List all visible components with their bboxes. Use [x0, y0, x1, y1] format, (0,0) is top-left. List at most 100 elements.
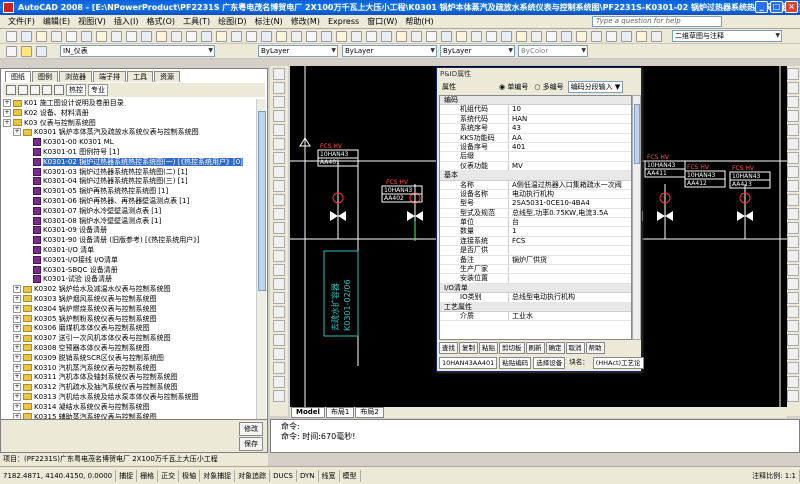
side-tool-icon[interactable]: [786, 292, 799, 304]
properties-icon[interactable]: [30, 85, 40, 95]
tree-item[interactable]: K0301-I/O 清单: [3, 245, 257, 256]
tree-item[interactable]: + K0309 脱销系统SCR区仪表与控制系统图: [3, 353, 257, 364]
toolbar-tool-icon[interactable]: [156, 31, 167, 42]
toolbar-tool-icon[interactable]: [6, 46, 17, 57]
status-toggle[interactable]: 栅格: [137, 469, 159, 482]
property-value[interactable]: [508, 274, 631, 283]
menu-item-2[interactable]: 视图(V): [74, 15, 110, 29]
side-tool-icon[interactable]: [273, 292, 285, 304]
panel-tab-2[interactable]: 浏览器: [59, 71, 92, 82]
property-row[interactable]: 型号 2SA5031-0CE10-4BA4: [440, 199, 631, 209]
property-row[interactable]: 生产厂家: [440, 265, 631, 275]
toolbar-tool-icon[interactable]: [456, 31, 467, 42]
side-tool-icon[interactable]: [786, 250, 799, 262]
property-value[interactable]: 401: [508, 142, 631, 152]
menu-item-11[interactable]: 帮助(H): [401, 15, 437, 29]
expand-toggle-icon[interactable]: +: [13, 353, 21, 362]
grid-section[interactable]: 基本: [440, 171, 631, 181]
toolbar-tool-icon[interactable]: [306, 31, 317, 42]
color-dropdown[interactable]: ByLayer: [258, 45, 338, 57]
side-tool-icon[interactable]: [273, 236, 285, 248]
status-toggle[interactable]: 捕捉: [116, 469, 138, 482]
property-value[interactable]: 锅炉厂供货: [508, 255, 631, 265]
help-search-input[interactable]: Type a question for help: [592, 16, 722, 27]
tree-item[interactable]: + K02 设备、材料清册: [3, 108, 257, 119]
side-tool-icon[interactable]: [786, 236, 799, 248]
tab-model[interactable]: Model: [291, 407, 325, 418]
tree-item[interactable]: K0301-SBQC 设备清册: [3, 265, 257, 276]
side-tool-icon[interactable]: [786, 264, 799, 276]
menu-item-4[interactable]: 格式(O): [142, 15, 179, 29]
select-device-button[interactable]: 选择设备: [533, 357, 566, 369]
menu-item-0[interactable]: 文件(F): [4, 15, 39, 29]
delete-icon[interactable]: [42, 85, 52, 95]
property-row[interactable]: 机组代码 10: [440, 105, 631, 115]
toolbar-tool-icon[interactable]: [141, 31, 152, 42]
toolbar-tool-icon[interactable]: [111, 31, 122, 42]
side-tool-icon[interactable]: [786, 376, 799, 388]
property-row[interactable]: 是否厂供: [440, 246, 631, 256]
discipline-label[interactable]: 热控: [66, 84, 86, 96]
menu-item-6[interactable]: 绘图(D): [214, 15, 250, 29]
panel-tab-0[interactable]: 图纸: [5, 71, 31, 82]
toolbar-tool-icon[interactable]: [186, 31, 197, 42]
toolbar-tool-icon[interactable]: [531, 31, 542, 42]
property-value[interactable]: 台: [508, 218, 631, 227]
toolbar-tool-icon[interactable]: [411, 31, 422, 42]
tree-item[interactable]: + K0307 送引一次风机本体仪表与控制系统图: [3, 334, 257, 344]
toolbar-tool-icon[interactable]: [36, 46, 47, 57]
toolbar-tool-icon[interactable]: [651, 31, 662, 42]
tree-item[interactable]: + K0308 空预器本体仪表与控制系统图: [3, 343, 257, 354]
toolbar-tool-icon[interactable]: [246, 31, 257, 42]
side-tool-icon[interactable]: [786, 138, 799, 150]
toolbar-tool-icon[interactable]: [201, 31, 212, 42]
side-tool-icon[interactable]: [786, 222, 799, 234]
status-toggle[interactable]: DUCS: [270, 469, 297, 482]
side-tool-icon[interactable]: [786, 348, 799, 360]
panel-tab-4[interactable]: 工具: [127, 71, 153, 82]
tree-item[interactable]: + K0313 汽机给水系统及给水泵本体仪表与控制系统图: [3, 392, 257, 403]
tree-item[interactable]: K0301-06 锅炉再热器、再热器壁温测点表 [1]: [3, 196, 257, 207]
toolbar-tool-icon[interactable]: [216, 31, 227, 42]
toolbar-tool-icon[interactable]: [96, 31, 107, 42]
modify-button[interactable]: 修改: [239, 422, 263, 436]
side-tool-icon[interactable]: [786, 96, 799, 108]
side-tool-icon[interactable]: [273, 194, 285, 206]
status-toggle[interactable]: 对象追踪: [235, 469, 271, 482]
dialog-button-6[interactable]: 取消: [565, 342, 585, 354]
menu-item-10[interactable]: 窗口(W): [363, 15, 401, 29]
property-value[interactable]: A侧低温过热器入口集箱疏水一次阀: [508, 180, 631, 189]
dialog-button-2[interactable]: 粘贴: [479, 342, 498, 354]
toolbar-tool-icon[interactable]: [231, 31, 242, 42]
tree-item[interactable]: + K0314 凝结水系统仪表与控制系统图: [3, 402, 257, 413]
status-toggle[interactable]: DYN: [297, 469, 319, 482]
property-row[interactable]: 设备名称 电动执行机构: [440, 189, 631, 200]
side-tool-icon[interactable]: [273, 376, 285, 388]
property-value[interactable]: 电动执行机构: [508, 189, 631, 199]
expand-toggle-icon[interactable]: +: [13, 324, 21, 333]
tree-item[interactable]: K0301-04 锅炉过热器系统热控系统图(三) [1]: [3, 177, 257, 187]
menu-item-8[interactable]: 修改(M): [287, 15, 324, 29]
side-tool-icon[interactable]: [273, 208, 285, 220]
expand-toggle-icon[interactable]: +: [13, 402, 21, 411]
side-tool-icon[interactable]: [786, 334, 799, 346]
toolbar-tool-icon[interactable]: [591, 31, 602, 42]
expand-toggle-icon[interactable]: +: [13, 314, 21, 323]
toolbar-tool-icon[interactable]: [66, 31, 77, 42]
maximize-button[interactable]: □: [770, 1, 783, 13]
toolbar-tool-icon[interactable]: [546, 31, 557, 42]
toolbar-tool-icon[interactable]: [336, 31, 347, 42]
menu-item-9[interactable]: Express: [324, 15, 363, 29]
side-tool-icon[interactable]: [273, 138, 285, 150]
side-tool-icon[interactable]: [273, 278, 285, 290]
grid-scrollbar[interactable]: [632, 95, 641, 340]
expand-toggle-icon[interactable]: +: [13, 285, 21, 294]
dialog-button-1[interactable]: 复制: [459, 342, 478, 354]
property-value[interactable]: 总线型电动执行机构: [508, 293, 631, 302]
expand-toggle-icon[interactable]: +: [13, 392, 21, 401]
property-value[interactable]: FCS: [508, 236, 631, 246]
property-value[interactable]: AA: [508, 133, 631, 142]
property-row[interactable]: 后缀: [440, 152, 631, 162]
tree-item[interactable]: K0301-I/O接线 I/O清单: [3, 255, 257, 266]
dialog-button-3[interactable]: 剪切板: [499, 342, 525, 354]
